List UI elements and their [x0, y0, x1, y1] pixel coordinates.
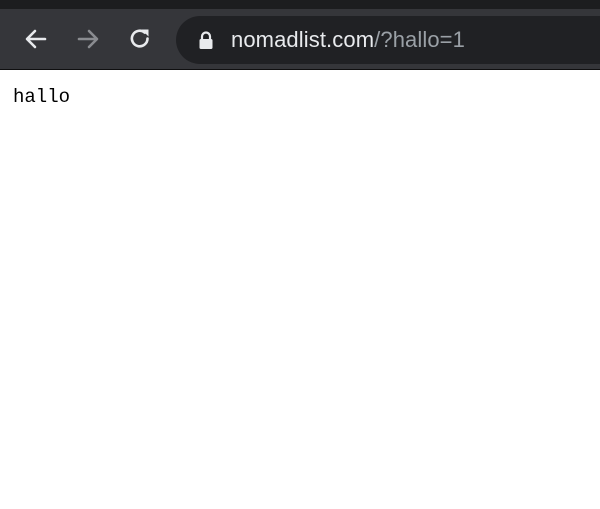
page-content: hallo	[0, 71, 600, 509]
url-text[interactable]: nomadlist.com/?hallo=1	[231, 25, 465, 55]
arrow-right-icon	[77, 29, 99, 49]
browser-toolbar: nomadlist.com/?hallo=1	[0, 9, 600, 70]
url-host: nomadlist.com	[231, 27, 375, 52]
arrow-left-icon	[25, 29, 47, 49]
address-bar[interactable]: nomadlist.com/?hallo=1	[176, 16, 600, 64]
lock-icon[interactable]	[198, 30, 214, 50]
browser-window: nomadlist.com/?hallo=1 hallo	[0, 0, 600, 509]
back-button[interactable]	[20, 23, 52, 55]
page-body-text: hallo	[13, 86, 71, 108]
url-path: /?hallo=1	[374, 27, 465, 52]
forward-button[interactable]	[72, 23, 104, 55]
reload-icon	[130, 29, 149, 48]
tab-strip	[0, 0, 600, 9]
reload-button[interactable]	[124, 23, 156, 55]
